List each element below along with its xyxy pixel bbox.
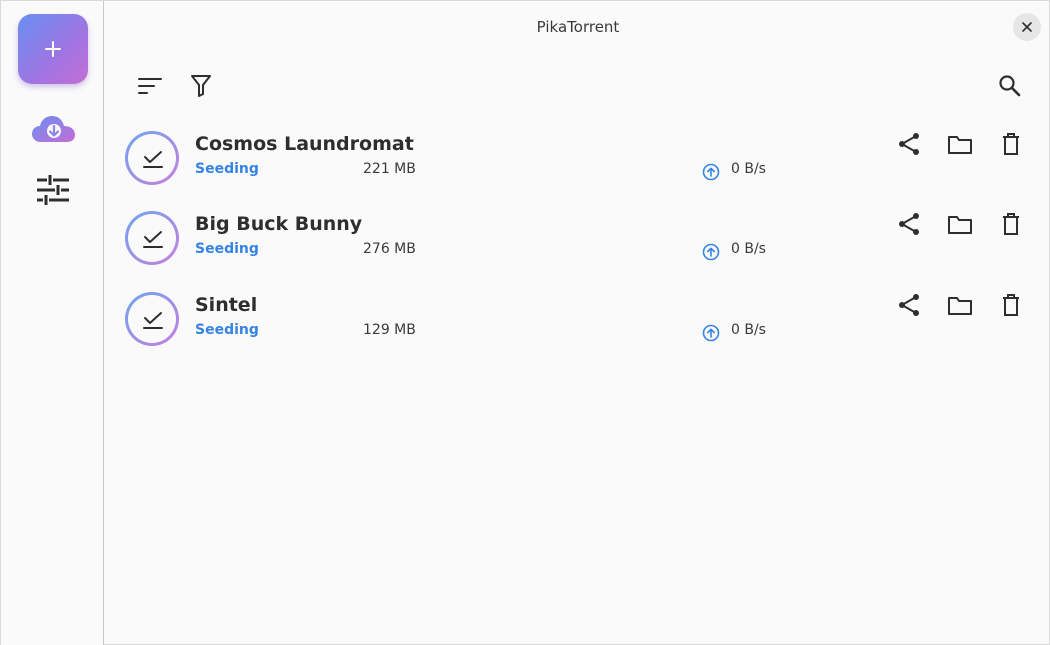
torrent-size: 129 MB xyxy=(363,322,416,338)
folder-icon xyxy=(948,216,972,234)
torrent-name: Cosmos Laundromat xyxy=(195,133,414,155)
upload-speed: 0 B/s xyxy=(731,322,766,338)
torrent-row[interactable]: Cosmos Laundromat Seeding 221 MB 0 B/s xyxy=(105,120,1050,200)
trash-icon xyxy=(1003,133,1019,155)
share-button[interactable] xyxy=(895,210,923,238)
torrent-size: 221 MB xyxy=(363,161,416,177)
search-button[interactable] xyxy=(998,74,1022,103)
trash-icon xyxy=(1003,294,1019,316)
torrent-name: Big Buck Bunny xyxy=(195,213,363,235)
sort-button[interactable] xyxy=(138,77,162,102)
close-button[interactable] xyxy=(1013,13,1041,41)
sliders-icon xyxy=(37,175,69,205)
folder-icon xyxy=(948,297,972,315)
cloud-download-icon xyxy=(32,116,75,142)
window-title: PikaTorrent xyxy=(536,18,620,36)
sidebar xyxy=(1,1,104,645)
add-torrent-button[interactable] xyxy=(18,14,88,84)
share-button[interactable] xyxy=(895,291,923,319)
delete-button[interactable] xyxy=(997,291,1025,319)
upload-icon xyxy=(702,324,720,342)
torrent-name: Sintel xyxy=(195,294,258,316)
sort-icon xyxy=(138,78,162,94)
check-icon xyxy=(143,231,163,248)
torrent-row[interactable]: Big Buck Bunny Seeding 276 MB 0 B/s xyxy=(105,200,1050,280)
sidebar-item-settings[interactable] xyxy=(35,174,71,211)
share-button[interactable] xyxy=(895,130,923,158)
torrent-status: Seeding xyxy=(195,322,259,338)
open-folder-button[interactable] xyxy=(945,130,973,158)
check-icon xyxy=(143,151,163,168)
filter-icon xyxy=(191,75,211,97)
upload-speed: 0 B/s xyxy=(731,241,766,257)
upload-speed: 0 B/s xyxy=(731,161,766,177)
share-icon xyxy=(899,213,919,235)
upload-icon xyxy=(702,163,720,181)
open-folder-button[interactable] xyxy=(945,210,973,238)
delete-button[interactable] xyxy=(997,210,1025,238)
progress-ring xyxy=(125,211,179,265)
progress-ring xyxy=(125,292,179,346)
filter-button[interactable] xyxy=(190,74,212,103)
add-icon xyxy=(45,41,61,57)
close-icon xyxy=(1022,22,1032,32)
app-window: PikaTorrent Cosmos Laundromat Seeding 22… xyxy=(0,0,1050,645)
share-icon xyxy=(899,294,919,316)
folder-icon xyxy=(948,136,972,154)
torrent-size: 276 MB xyxy=(363,241,416,257)
sidebar-item-downloads[interactable] xyxy=(31,114,77,151)
delete-button[interactable] xyxy=(997,130,1025,158)
upload-icon xyxy=(702,243,720,261)
trash-icon xyxy=(1003,213,1019,235)
progress-ring xyxy=(125,131,179,185)
torrent-status: Seeding xyxy=(195,241,259,257)
open-folder-button[interactable] xyxy=(945,291,973,319)
search-icon xyxy=(999,75,1021,97)
torrent-row[interactable]: Sintel Seeding 129 MB 0 B/s xyxy=(105,281,1050,361)
check-icon xyxy=(143,312,163,329)
torrent-status: Seeding xyxy=(195,161,259,177)
share-icon xyxy=(899,133,919,155)
